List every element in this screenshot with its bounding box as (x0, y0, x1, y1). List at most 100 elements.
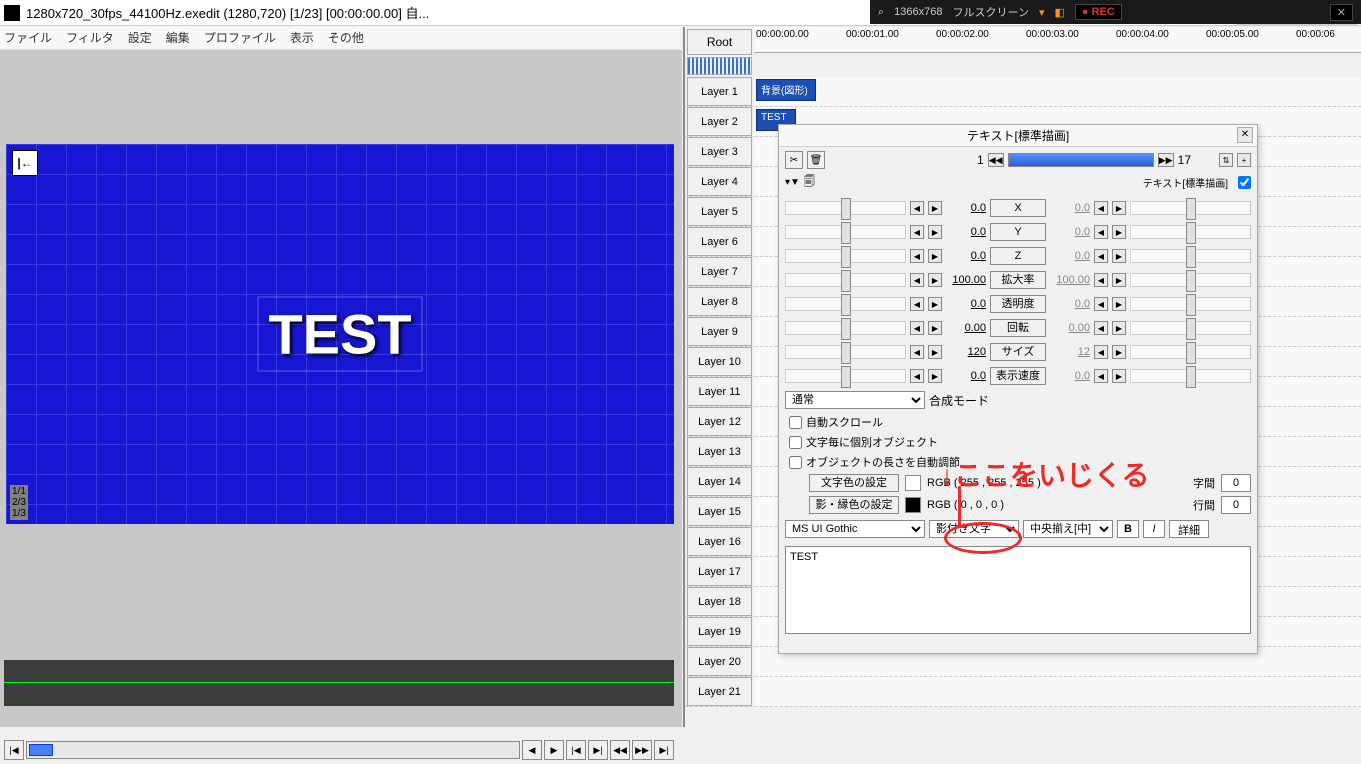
dec2-icon[interactable]: ◀ (1094, 273, 1108, 287)
scissors-icon[interactable]: ✂ (785, 151, 803, 169)
inc2-icon[interactable]: ▶ (1112, 225, 1126, 239)
param-label[interactable]: 拡大率 (990, 271, 1046, 289)
layer-label[interactable]: Layer 13 (687, 437, 752, 466)
param-label[interactable]: X (990, 199, 1046, 217)
inc2-icon[interactable]: ▶ (1112, 273, 1126, 287)
layer-label[interactable]: Layer 3 (687, 137, 752, 166)
param-slider-right[interactable] (1130, 297, 1251, 311)
param-label[interactable]: 透明度 (990, 295, 1046, 313)
inc2-icon[interactable]: ▶ (1112, 369, 1126, 383)
seek-fwd-icon[interactable]: ▶▶ (1158, 153, 1174, 167)
auto-scroll-checkbox[interactable] (789, 416, 802, 429)
trash-icon[interactable]: 🗑 (807, 151, 825, 169)
param-slider-left[interactable] (785, 201, 906, 215)
param-label[interactable]: Z (990, 247, 1046, 265)
play-button[interactable]: ▶ (544, 740, 564, 760)
inc-icon[interactable]: ▶ (928, 273, 942, 287)
param-value-right[interactable]: 0.00 (1050, 322, 1090, 334)
menu-filter[interactable]: フィルタ (66, 29, 114, 46)
menu-view[interactable]: 表示 (290, 29, 314, 46)
home-button[interactable]: |← (12, 150, 38, 176)
layer-label[interactable]: Layer 12 (687, 407, 752, 436)
inc2-icon[interactable]: ▶ (1112, 321, 1126, 335)
param-slider-left[interactable] (785, 273, 906, 287)
param-value-right[interactable]: 0.0 (1050, 226, 1090, 238)
menu-other[interactable]: その他 (328, 29, 364, 46)
param-slider-right[interactable] (1130, 369, 1251, 383)
dec2-icon[interactable]: ◀ (1094, 225, 1108, 239)
dec2-icon[interactable]: ◀ (1094, 345, 1108, 359)
dec-icon[interactable]: ◀ (910, 273, 924, 287)
enable-checkbox[interactable] (1238, 176, 1251, 189)
prev-key-button[interactable]: |◀ (566, 740, 586, 760)
param-value-left[interactable]: 0.00 (946, 322, 986, 334)
menu-settings[interactable]: 設定 (128, 29, 152, 46)
clip-background[interactable]: 背景(図形) (756, 79, 816, 101)
io-plus-icon[interactable]: ⇅ (1219, 153, 1233, 167)
param-slider-right[interactable] (1130, 345, 1251, 359)
param-value-right[interactable]: 0.0 (1050, 202, 1090, 214)
param-value-right[interactable]: 0.0 (1050, 370, 1090, 382)
prev-frame-button[interactable]: ◀ (522, 740, 542, 760)
param-slider-left[interactable] (785, 369, 906, 383)
param-value-left[interactable]: 0.0 (946, 250, 986, 262)
param-slider-left[interactable] (785, 225, 906, 239)
per-char-checkbox[interactable] (789, 436, 802, 449)
param-label[interactable]: 表示速度 (990, 367, 1046, 385)
dec2-icon[interactable]: ◀ (1094, 201, 1108, 215)
layer-label[interactable]: Layer 9 (687, 317, 752, 346)
dec2-icon[interactable]: ◀ (1094, 321, 1108, 335)
layer-label[interactable]: Layer 21 (687, 677, 752, 706)
text-color-button[interactable]: 文字色の設定 (809, 474, 899, 492)
dec2-icon[interactable]: ◀ (1094, 369, 1108, 383)
detail-button[interactable]: 詳細 (1169, 520, 1209, 538)
layer-label[interactable]: Layer 11 (687, 377, 752, 406)
param-value-left[interactable]: 0.0 (946, 370, 986, 382)
inc-icon[interactable]: ▶ (928, 297, 942, 311)
font-select[interactable]: MS UI Gothic (785, 520, 925, 538)
dec-icon[interactable]: ◀ (910, 369, 924, 383)
layer-label[interactable]: Layer 16 (687, 527, 752, 556)
dec2-icon[interactable]: ◀ (1094, 249, 1108, 263)
inc-icon[interactable]: ▶ (928, 225, 942, 239)
dec-icon[interactable]: ◀ (910, 345, 924, 359)
layer-label[interactable]: Layer 19 (687, 617, 752, 646)
param-value-left[interactable]: 100.00 (946, 274, 986, 286)
dec-icon[interactable]: ◀ (910, 321, 924, 335)
shadow-color-button[interactable]: 影・縁色の設定 (809, 496, 899, 514)
menu-profile[interactable]: プロファイル (204, 29, 276, 46)
param-value-right[interactable]: 0.0 (1050, 250, 1090, 262)
param-slider-left[interactable] (785, 249, 906, 263)
root-button[interactable]: Root (687, 29, 752, 55)
text-content-input[interactable] (785, 546, 1251, 634)
inc-icon[interactable]: ▶ (928, 345, 942, 359)
param-value-left[interactable]: 0.0 (946, 298, 986, 310)
layer-label[interactable]: Layer 10 (687, 347, 752, 376)
param-slider-right[interactable] (1130, 321, 1251, 335)
inc2-icon[interactable]: ▶ (1112, 249, 1126, 263)
panel-close-button[interactable]: ✕ (1237, 127, 1253, 143)
auto-length-checkbox[interactable] (789, 456, 802, 469)
inc-icon[interactable]: ▶ (928, 321, 942, 335)
param-label[interactable]: Y (990, 223, 1046, 241)
layer-label[interactable]: Layer 15 (687, 497, 752, 526)
param-value-right[interactable]: 0.0 (1050, 298, 1090, 310)
record-button[interactable]: ● REC (1075, 4, 1122, 20)
end-button[interactable]: ▶| (654, 740, 674, 760)
collapse-icon[interactable]: ▾▼ (785, 177, 800, 188)
inc2-icon[interactable]: ▶ (1112, 201, 1126, 215)
layer-label[interactable]: Layer 2 (687, 107, 752, 136)
skip-back-button[interactable]: ◀◀ (610, 740, 630, 760)
param-slider-left[interactable] (785, 297, 906, 311)
param-slider-right[interactable] (1130, 225, 1251, 239)
dec-icon[interactable]: ◀ (910, 249, 924, 263)
italic-button[interactable]: I (1143, 520, 1165, 538)
transport-home-icon[interactable]: |◀ (4, 740, 24, 760)
bold-button[interactable]: B (1117, 520, 1139, 538)
param-value-right[interactable]: 12 (1050, 346, 1090, 358)
layer-label[interactable]: Layer 20 (687, 647, 752, 676)
layer-track[interactable]: 背景(図形) (754, 77, 1361, 106)
inc-icon[interactable]: ▶ (928, 201, 942, 215)
menu-file[interactable]: ファイル (4, 29, 52, 46)
clipboard-icon[interactable]: 🗐 (804, 173, 815, 192)
